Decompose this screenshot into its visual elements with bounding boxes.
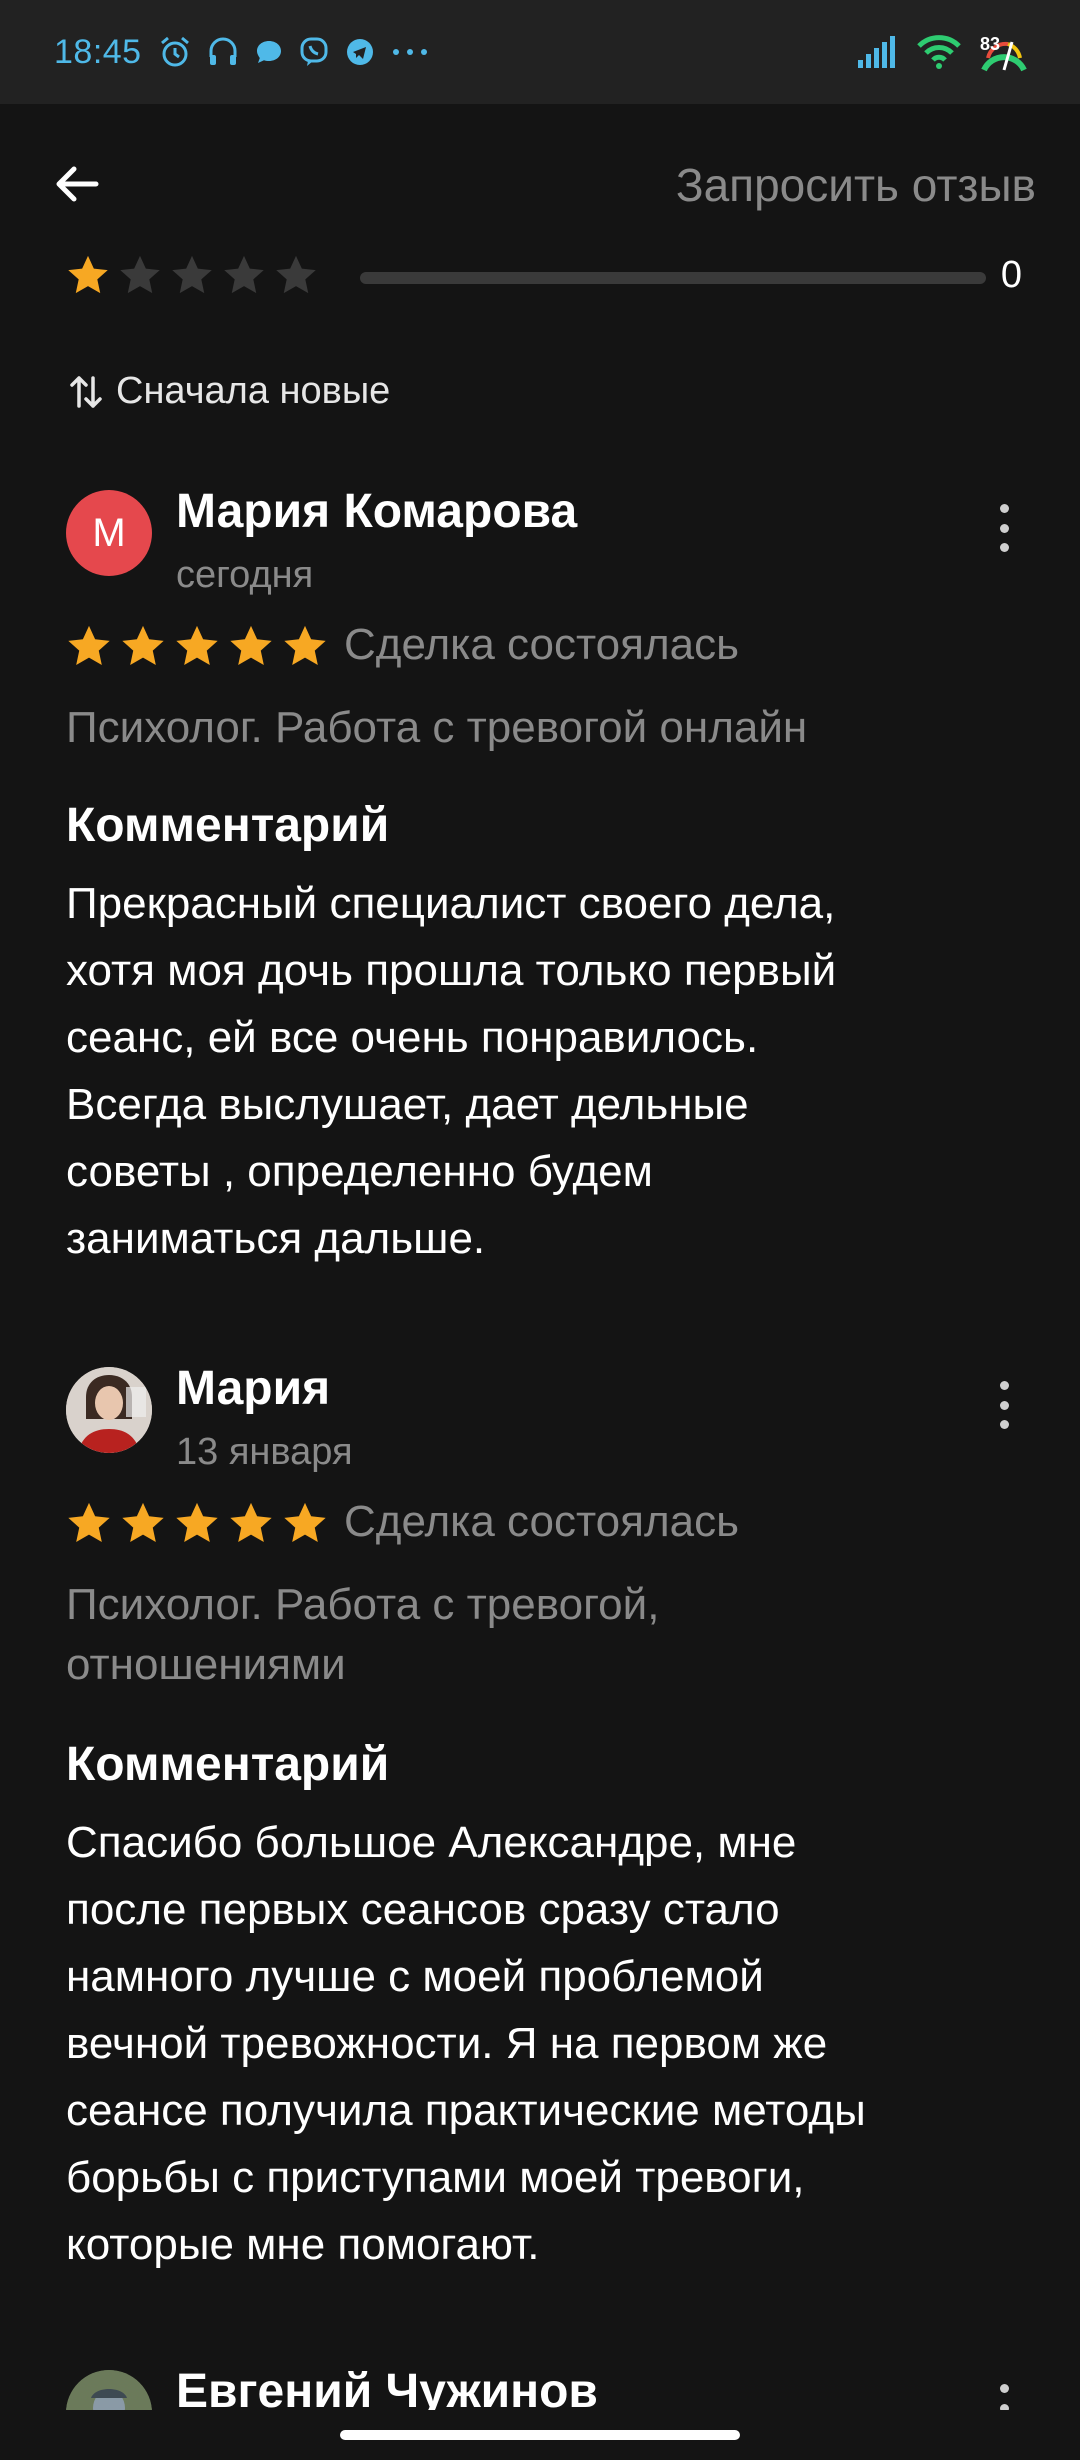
sort-arrows-icon [70, 375, 102, 408]
more-dots-icon [392, 49, 427, 55]
profile-photo-icon [66, 1367, 152, 1453]
star-filled-icon [284, 1502, 326, 1542]
status-time: 18:45 [54, 32, 142, 71]
dot [999, 1381, 1009, 1390]
service-name: Психолог. Работа с тревогой онлайн [66, 703, 808, 752]
app-bar: Запросить отзыв [0, 104, 1080, 256]
service-name: Психолог. Работа с тревогой, отношениями [66, 1575, 966, 1695]
star-empty-icon [224, 255, 264, 294]
comment-line: вечной тревожности. Я на первом же [66, 2019, 828, 2068]
comment-line: заниматься дальше. [66, 1214, 486, 1263]
avatar-letter: М [92, 510, 126, 555]
dot [999, 523, 1009, 533]
status-bar: 18:45 83 [0, 0, 1080, 104]
wifi-icon [917, 35, 961, 69]
signal-icon [858, 36, 895, 68]
telegram-icon [346, 39, 373, 65]
comment-line: хотя моя дочь прошла только первый [66, 946, 837, 995]
review-stars [66, 624, 328, 668]
rating-distribution-row: 0 [66, 254, 1026, 298]
comment-line: советы , определенно будем [66, 1147, 653, 1196]
avatar[interactable] [66, 1367, 152, 1453]
star-filled-icon [68, 255, 108, 294]
star-filled-icon [176, 1502, 218, 1542]
rating-bar-track [360, 272, 986, 284]
home-indicator[interactable] [340, 2430, 740, 2440]
avatar[interactable]: М [66, 490, 152, 576]
review-author[interactable]: Мария [176, 1361, 330, 1416]
sort-button[interactable]: Сначала новые [68, 370, 390, 413]
review-date: сегодня [176, 554, 314, 596]
comment-line: Всегда выслушает, дает дельные [66, 1080, 749, 1129]
comment-title: Комментарий [66, 799, 390, 852]
dot [999, 543, 1009, 552]
review-date: 13 января [176, 1431, 353, 1473]
back-button[interactable] [44, 152, 108, 216]
rating-stars [66, 254, 318, 296]
battery-percent: 83 [979, 34, 1000, 54]
dot [999, 1400, 1009, 1410]
sort-label: Сначала новые [116, 370, 391, 412]
comment-text: Спасибо большое Александре, мне после пе… [66, 1809, 1016, 2278]
star-filled-icon [230, 1502, 272, 1542]
dot [999, 1420, 1009, 1429]
star-filled-icon [176, 625, 218, 665]
star-filled-icon [68, 1502, 110, 1542]
comment-text: Прекрасный специалист своего дела, хотя … [66, 870, 1016, 1272]
comment-title: Комментарий [66, 1738, 390, 1791]
comment-line: Спасибо большое Александре, мне [66, 1818, 797, 1867]
rating-count: 0 [1000, 254, 1022, 296]
dot [999, 504, 1009, 513]
viber-icon [300, 37, 328, 66]
request-review-button[interactable]: Запросить отзыв [676, 158, 1036, 212]
comment-line: после первых сеансов сразу стало [66, 1885, 780, 1934]
more-options-button[interactable] [986, 498, 1022, 558]
review-stars [66, 1501, 328, 1545]
more-options-button[interactable] [986, 1375, 1022, 1435]
deal-status: Сделка состоялась [344, 620, 740, 669]
alarm-icon [160, 36, 189, 67]
star-empty-icon [276, 255, 316, 294]
comment-line: сеанс, ей все очень понравилось. [66, 1013, 759, 1062]
star-filled-icon [122, 625, 164, 665]
chat-bubble-icon [256, 41, 281, 63]
headset-icon [209, 37, 237, 65]
review-author[interactable]: Мария Комарова [176, 484, 577, 539]
star-filled-icon [68, 625, 110, 665]
comment-line: намного лучше с моей проблемой [66, 1952, 764, 2001]
comment-line: Прекрасный специалист своего дела, [66, 879, 836, 928]
dot [999, 2384, 1009, 2393]
star-filled-icon [230, 625, 272, 665]
star-empty-icon [172, 255, 212, 294]
star-filled-icon [284, 625, 326, 665]
comment-line: борьбы с приступами моей тревоги, [66, 2153, 805, 2202]
service-line: Психолог. Работа с тревогой, [66, 1580, 660, 1629]
star-filled-icon [122, 1502, 164, 1542]
comment-line: сеансе получила практические методы [66, 2086, 866, 2135]
comment-line: которые мне помогают. [66, 2220, 540, 2269]
deal-status: Сделка состоялась [344, 1497, 740, 1546]
service-line: отношениями [66, 1640, 346, 1689]
star-empty-icon [120, 255, 160, 294]
arrow-left-icon [56, 166, 99, 202]
